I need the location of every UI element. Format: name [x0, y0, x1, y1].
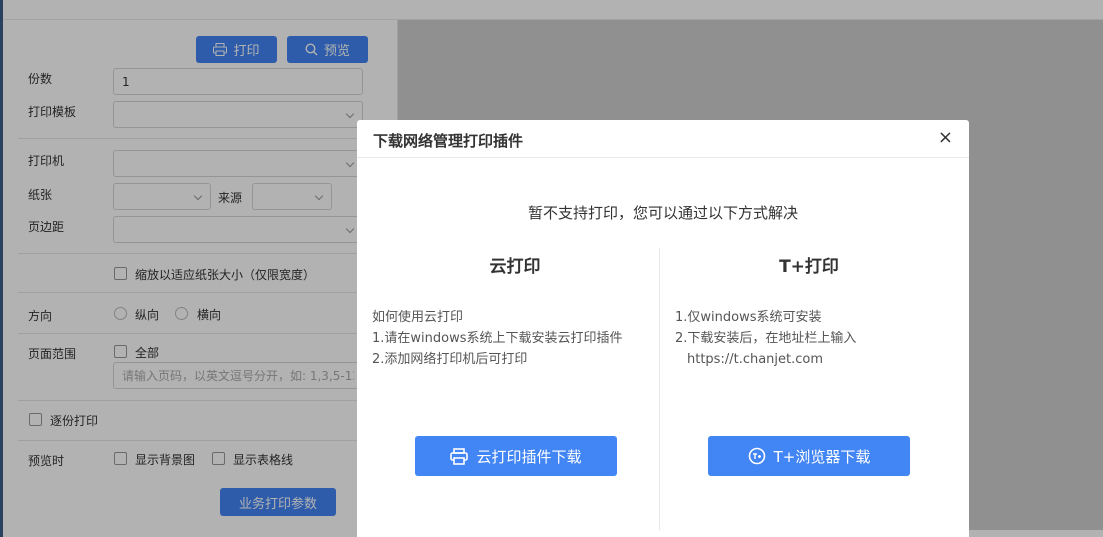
tplus-browser-download-label: T+浏览器下载 [773, 447, 871, 466]
column-divider [659, 248, 660, 530]
cloud-print-download-button[interactable]: 云打印插件下载 [415, 436, 617, 476]
tplus-browser-download-button[interactable]: T+浏览器下载 [708, 436, 910, 476]
dialog-header: 下载网络管理打印插件 × [357, 120, 969, 158]
tplus-print-title: T+打印 [779, 257, 839, 277]
cloud-print-line: 2.添加网络打印机后可打印 [372, 352, 528, 367]
tplus-print-line: 1.仅windows系统可安装 [675, 310, 822, 325]
dialog-subtitle: 暂不支持打印，您可以通过以下方式解决 [527, 204, 798, 222]
printer-icon [450, 447, 469, 465]
tplus-print-url: https://t.chanjet.com [687, 352, 824, 367]
tplus-print-line: 2.下载安装后，在地址栏上输入 [675, 331, 857, 346]
tplus-print-instructions: 1.仅windows系统可安装 2.下载安装后，在地址栏上输入 https://… [675, 307, 856, 370]
cloud-print-instructions: 如何使用云打印 1.请在windows系统上下载安装云打印插件 2.添加网络打印… [372, 307, 623, 370]
close-icon[interactable]: × [938, 129, 953, 147]
download-plugin-dialog: 下载网络管理打印插件 × 暂不支持打印，您可以通过以下方式解决 云打印 如何使用… [357, 120, 969, 537]
cloud-print-line: 如何使用云打印 [372, 310, 464, 325]
cloud-print-title: 云打印 [489, 257, 541, 277]
tplus-logo-icon [748, 447, 765, 465]
dialog-title: 下载网络管理打印插件 [373, 132, 524, 150]
cloud-print-download-label: 云打印插件下载 [476, 447, 582, 466]
cloud-print-line: 1.请在windows系统上下载安装云打印插件 [372, 331, 623, 346]
